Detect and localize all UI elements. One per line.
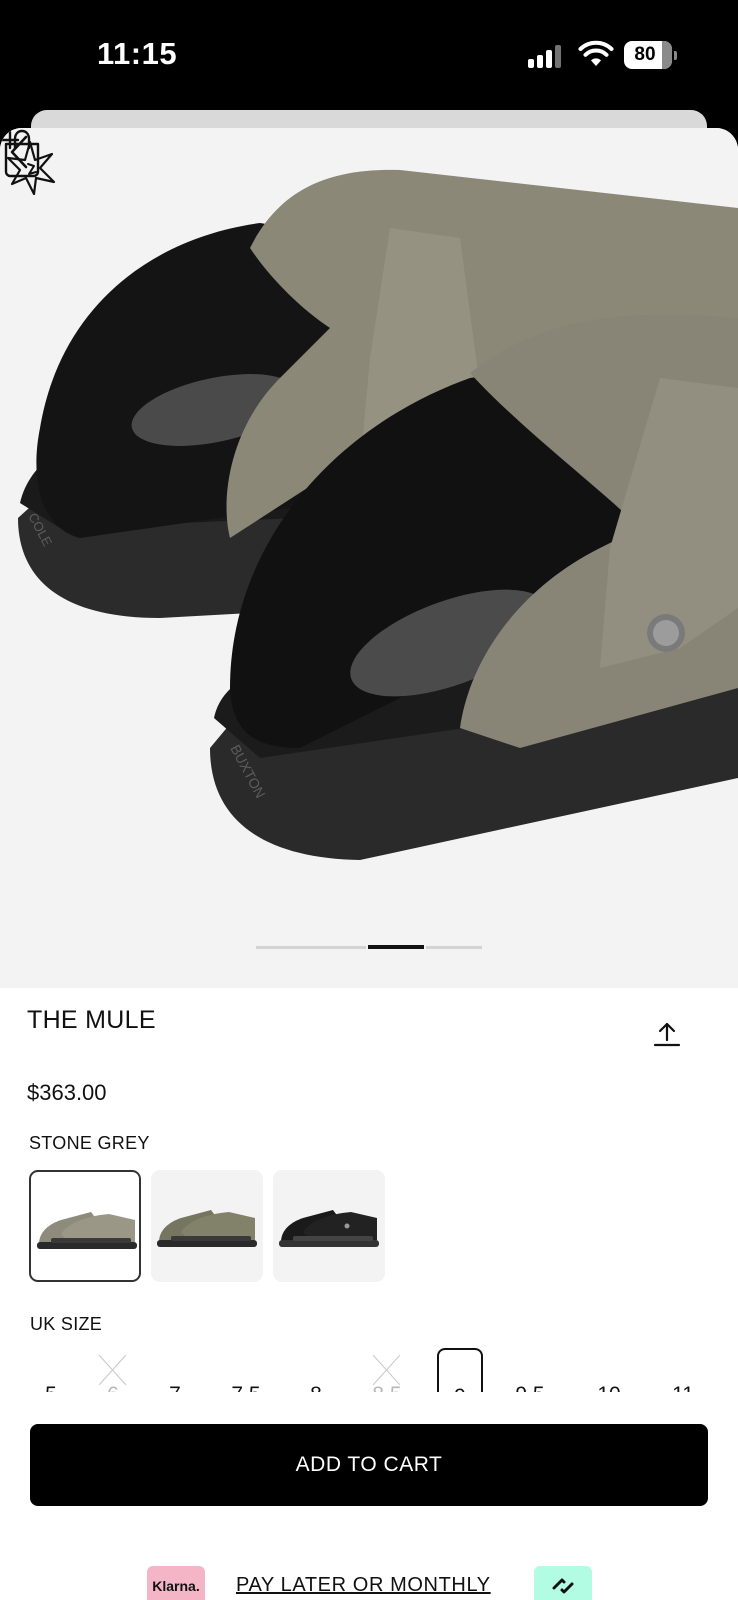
color-label: STONE GREY [29,1133,150,1153]
color-swatch-stone-grey[interactable] [29,1170,141,1282]
product-sheet: BUXTON COLE THE MULE $363.00 STONE GREY [0,128,738,1600]
swatch-image [157,1210,257,1247]
swatch-image [279,1210,379,1247]
size-option[interactable]: 8 [293,1348,339,1392]
product-photo: BUXTON COLE [0,128,738,988]
afterpay-icon [534,1566,592,1600]
status-bar: 11:15 80 [0,0,738,110]
share-icon[interactable] [652,1020,682,1048]
klarna-badge: Klarna. [147,1566,205,1600]
battery-level: 80 [634,44,656,65]
size-option-unavailable[interactable]: 6 [90,1348,136,1392]
size-option[interactable]: 10 [586,1348,632,1392]
size-label: UK SIZE [30,1314,103,1334]
size-option[interactable]: 7 [152,1348,198,1392]
size-option[interactable]: 9.5 [507,1348,553,1392]
size-option[interactable]: 7.5 [223,1348,269,1392]
pager-dot[interactable] [426,946,482,949]
pay-later-link[interactable]: PAY LATER OR MONTHLY [236,1574,491,1597]
status-time: 11:15 [97,36,178,71]
size-option[interactable]: 11 [660,1348,706,1392]
sparkle-icon[interactable] [0,128,58,198]
product-price: $363.00 [27,1080,107,1105]
pager-dot[interactable] [256,946,366,949]
signal-icon [528,44,564,68]
pager-dot-active[interactable] [368,945,424,949]
size-option[interactable]: 5 [28,1348,74,1392]
product-title: THE MULE [27,1006,156,1034]
wifi-icon [578,40,614,66]
swatch-image [37,1212,137,1249]
color-swatch-black[interactable] [273,1170,385,1282]
add-to-cart-button[interactable]: ADD TO CART [30,1424,708,1506]
product-image-carousel[interactable]: BUXTON COLE [0,128,738,988]
size-option-selected[interactable]: 9 [437,1348,483,1392]
size-selector: 5 6 7 7.5 8 8.5 9 9.5 10 11 [0,1348,738,1392]
size-option-unavailable[interactable]: 8.5 [364,1348,410,1392]
carousel-pager [256,945,482,950]
color-swatch-olive[interactable] [151,1170,263,1282]
battery-icon: 80 [624,41,677,69]
